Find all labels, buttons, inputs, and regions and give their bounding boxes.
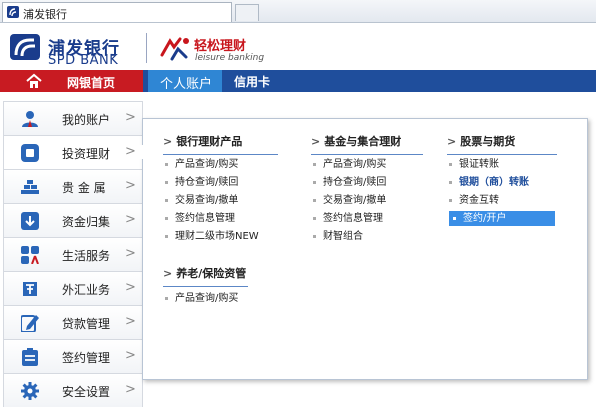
- menu-column-title: 银行理财产品: [176, 135, 243, 148]
- menu-item[interactable]: 产品查询/购买: [165, 291, 238, 306]
- menu-item[interactable]: 交易查询/撤单: [313, 193, 386, 208]
- contract-icon: [22, 348, 38, 366]
- chevron-right-icon: >: [125, 144, 136, 159]
- nav-personal-account-tab[interactable]: 个人账户: [148, 70, 222, 92]
- sub-brand-cn: 轻松理财: [194, 39, 247, 54]
- spd-logo-icon: [10, 34, 40, 60]
- menu-item[interactable]: 持仓查询/赎回: [313, 175, 386, 190]
- chevron-right-icon: >: [125, 178, 136, 193]
- chevron-right-icon: >: [125, 348, 136, 363]
- browser-tab-title: 浦发银行: [23, 8, 67, 21]
- sidebar-item-label: 我的账户: [62, 113, 111, 127]
- browser-tab[interactable]: 浦发银行: [2, 2, 232, 22]
- site-header: 浦发银行 SPD BANK 轻松理财 leisure banking: [0, 23, 596, 69]
- spd-favicon-icon: [7, 6, 19, 18]
- nav-home-link[interactable]: 网银首页: [0, 70, 143, 92]
- user-icon: [22, 111, 38, 127]
- menu-item[interactable]: 签约信息管理: [165, 211, 235, 226]
- investment-icon: [21, 144, 39, 162]
- flyout-connector: [138, 145, 146, 159]
- menu-item[interactable]: 持仓查询/赎回: [165, 175, 238, 190]
- sidebar-item-label: 投资理财: [62, 147, 111, 161]
- sidebar-item-forex[interactable]: 外汇业务 >: [3, 271, 143, 305]
- caret-right-icon: >: [311, 135, 321, 148]
- menu-item[interactable]: 资金互转: [449, 193, 499, 208]
- sidebar-item-label: 安全设置: [62, 385, 111, 399]
- menu-column-heading: > 银行理财产品: [163, 133, 278, 155]
- sidebar-item-my-account[interactable]: 我的账户 >: [3, 101, 143, 135]
- menu-item[interactable]: 产品查询/购买: [313, 157, 386, 172]
- home-icon: [26, 73, 42, 88]
- sidebar-menu: 我的账户 > 投资理财 > 贵 金 属 > 资金归集 > 生活服务 > 外汇业务: [3, 101, 145, 411]
- gear-icon: [21, 382, 39, 400]
- sidebar-item-precious-metals[interactable]: 贵 金 属 >: [3, 169, 143, 203]
- menu-column-title: 养老/保险资管: [176, 267, 247, 280]
- menu-item-selected[interactable]: 签约/开户: [449, 211, 555, 226]
- logo-divider: [146, 33, 147, 63]
- menu-item[interactable]: 签约信息管理: [313, 211, 383, 226]
- menu-item[interactable]: 产品查询/购买: [165, 157, 238, 172]
- sidebar-item-label: 贷款管理: [62, 317, 111, 331]
- sidebar-item-security-settings[interactable]: 安全设置 >: [3, 373, 143, 407]
- sidebar-item-life-services[interactable]: 生活服务 >: [3, 237, 143, 271]
- gold-bars-icon: [21, 180, 39, 194]
- chevron-right-icon: >: [125, 246, 136, 261]
- caret-right-icon: >: [163, 135, 173, 148]
- new-tab-button[interactable]: [235, 4, 259, 21]
- menu-item[interactable]: 财智组合: [313, 229, 363, 244]
- sidebar-item-investment[interactable]: 投资理财 >: [3, 135, 145, 169]
- menu-column-title: 股票与期货: [460, 135, 516, 148]
- sidebar-item-label: 签约管理: [62, 351, 111, 365]
- investment-flyout-menu: > 银行理财产品 产品查询/购买 持仓查询/赎回 交易查询/撤单 签约信息管理 理…: [142, 118, 588, 380]
- nav-credit-card-tab[interactable]: 信用卡: [234, 73, 270, 90]
- loan-edit-icon: [21, 315, 39, 332]
- caret-right-icon: >: [163, 267, 173, 280]
- sidebar-item-label: 贵 金 属: [62, 181, 106, 195]
- menu-item[interactable]: 银证转账: [449, 157, 499, 172]
- menu-column-heading: > 股票与期货: [447, 133, 557, 155]
- life-services-icon: [21, 246, 39, 264]
- sidebar-item-label: 外汇业务: [62, 283, 111, 297]
- chevron-right-icon: >: [125, 382, 136, 397]
- fund-collection-icon: [21, 212, 39, 230]
- nav-home-label: 网银首页: [67, 76, 116, 90]
- sidebar-item-loan-management[interactable]: 贷款管理 >: [3, 305, 143, 339]
- chevron-right-icon: >: [125, 212, 136, 227]
- sub-brand-en: leisure banking: [195, 53, 265, 63]
- main-nav: 网银首页 个人账户 信用卡: [0, 70, 596, 92]
- menu-item[interactable]: 理财二级市场NEW: [165, 229, 259, 244]
- chevron-right-icon: >: [125, 314, 136, 329]
- menu-item[interactable]: 交易查询/撤单: [165, 193, 238, 208]
- chevron-right-icon: >: [125, 280, 136, 295]
- leisure-banking-logo-icon: [160, 37, 189, 61]
- menu-item[interactable]: 银期（商）转账: [449, 175, 529, 190]
- sidebar-item-fund-collection[interactable]: 资金归集 >: [3, 203, 143, 237]
- sidebar-item-label: 资金归集: [62, 215, 111, 229]
- sidebar-item-contract-management[interactable]: 签约管理 >: [3, 339, 143, 373]
- browser-tab-strip: 浦发银行: [0, 0, 596, 23]
- chevron-right-icon: >: [125, 110, 136, 125]
- brand-name-en: SPD BANK: [48, 53, 119, 68]
- menu-column-heading: > 基金与集合理财: [311, 133, 423, 155]
- sidebar-item-label: 生活服务: [62, 249, 111, 263]
- menu-column-heading: > 养老/保险资管: [163, 265, 248, 287]
- forex-icon: [23, 282, 37, 296]
- caret-right-icon: >: [447, 135, 457, 148]
- nav-personal-label: 个人账户: [160, 77, 213, 92]
- menu-column-title: 基金与集合理财: [324, 135, 402, 148]
